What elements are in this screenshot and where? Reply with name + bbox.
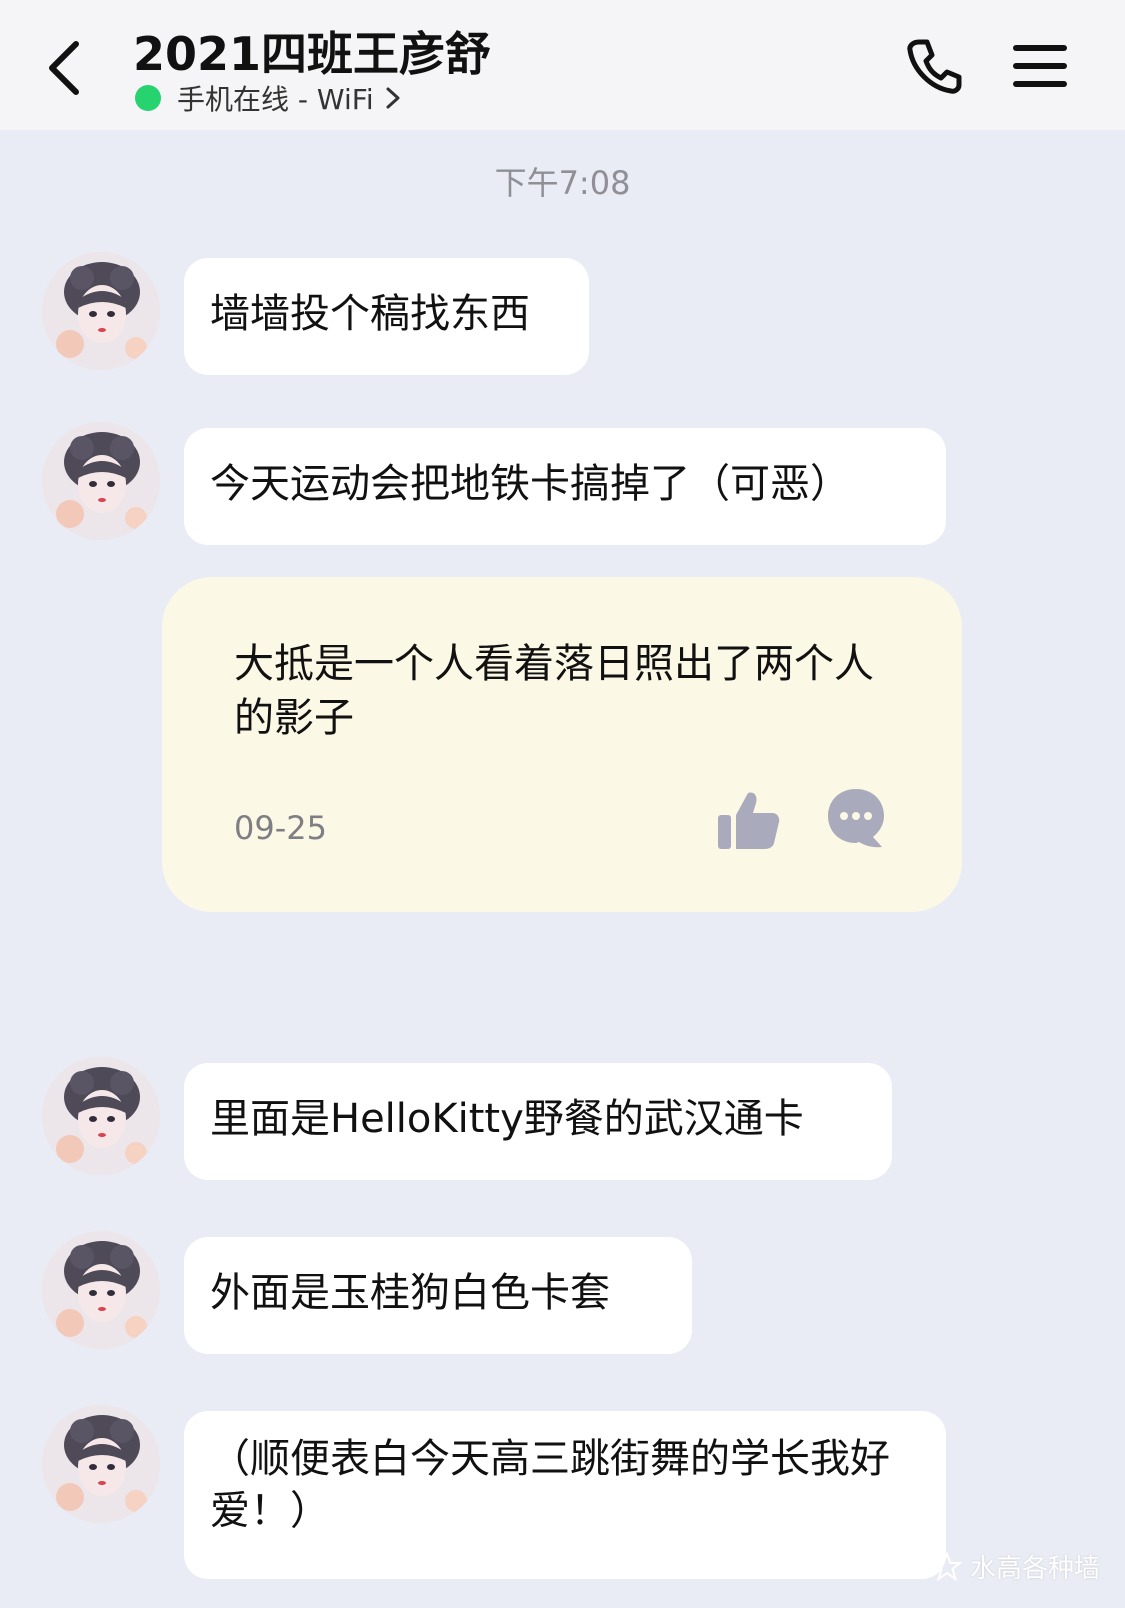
message-bubble[interactable]: 外面是玉桂狗白色卡套 [184, 1237, 692, 1354]
message-text: 今天运动会把地铁卡搞掉了（可恶） [210, 461, 850, 507]
message-text: 外面是玉桂狗白色卡套 [210, 1270, 610, 1316]
watermark: 水高各种墙 [932, 1548, 1100, 1585]
online-status[interactable]: 手机在线 - WiFi [135, 80, 402, 116]
chat-title[interactable]: 2021四班王彦舒 [133, 18, 491, 84]
message-text: 里面是HelloKitty野餐的武汉通卡 [210, 1096, 804, 1142]
message-bubble[interactable]: 今天运动会把地铁卡搞掉了（可恶） [184, 428, 946, 545]
like-icon [718, 792, 780, 849]
online-dot [135, 85, 161, 111]
chevron-right-icon [386, 87, 400, 109]
avatar[interactable] [42, 252, 160, 370]
avatar[interactable] [42, 1231, 160, 1349]
menu-button[interactable] [1012, 42, 1068, 90]
message-timestamp: 下午7:08 [494, 164, 631, 202]
message-bubble[interactable]: （顺便表白今天高三跳街舞的学长我好爱！） [184, 1411, 946, 1579]
avatar[interactable] [42, 1405, 160, 1523]
like-button[interactable] [714, 787, 782, 853]
message-text: 墙墙投个稿找东西 [210, 291, 530, 337]
call-button[interactable] [905, 36, 965, 96]
online-status-text: 手机在线 - WiFi [177, 83, 374, 116]
card-date: 09-25 [234, 809, 327, 847]
chat-header: 2021四班王彦舒 手机在线 - WiFi [0, 0, 1125, 130]
message-bubble[interactable]: 墙墙投个稿找东西 [184, 258, 589, 375]
back-button[interactable] [44, 38, 94, 98]
back-icon [49, 41, 79, 95]
phone-icon [907, 39, 962, 94]
message-bubble[interactable]: 里面是HelloKitty野餐的武汉通卡 [184, 1063, 892, 1180]
menu-icon [1013, 45, 1067, 87]
comment-icon [828, 789, 884, 848]
card-text: 大抵是一个人看着落日照出了两个人的影子 [234, 641, 874, 741]
avatar[interactable] [42, 422, 160, 540]
avatar[interactable] [42, 1057, 160, 1175]
message-text: （顺便表白今天高三跳街舞的学长我好爱！） [210, 1436, 890, 1534]
shared-post-card[interactable]: 大抵是一个人看着落日照出了两个人的影子 09-25 [162, 577, 962, 912]
watermark-text: 水高各种墙 [970, 1554, 1101, 1584]
comment-button[interactable] [822, 785, 890, 853]
star-icon [932, 1551, 962, 1581]
